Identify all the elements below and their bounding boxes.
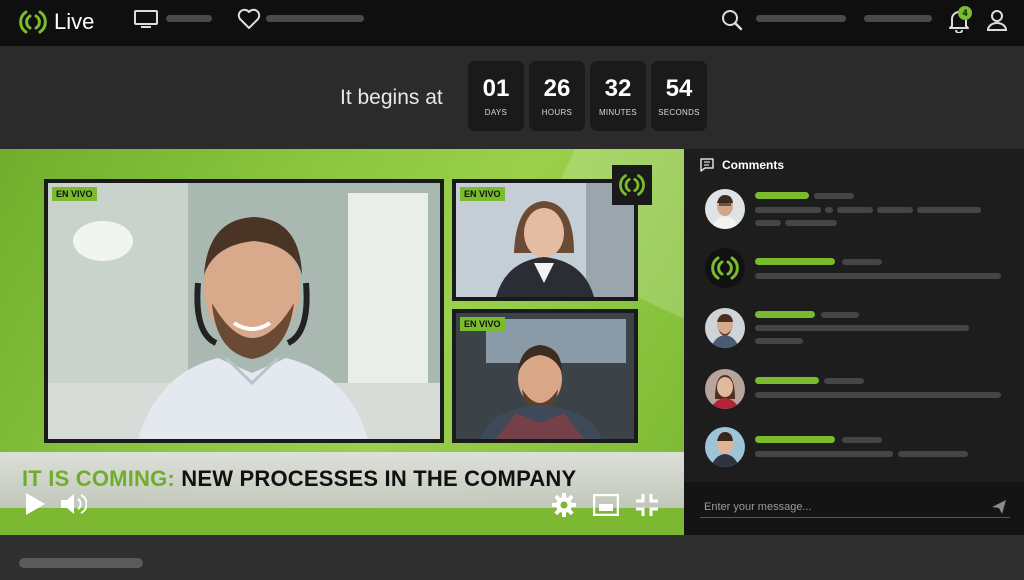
miniplayer-icon [593,494,619,516]
nav-placeholder-1 [166,15,212,22]
countdown-label: DAYS [484,108,508,117]
countdown-intro: It begins at [340,86,443,109]
broadcast-logo [612,165,652,205]
comment-text-line [755,325,969,331]
countdown-label: MINUTES [598,108,638,117]
comment-meta [814,193,854,199]
comment-author [755,192,809,199]
search-icon [722,10,743,31]
live-tag: EN VIVO [460,317,505,331]
comment-text-line [755,451,893,457]
volume-button[interactable] [58,490,88,518]
comment-author [755,377,819,384]
countdown-label: SECONDS [658,108,700,117]
live-tag: EN VIVO [52,187,97,201]
tv-nav-item[interactable] [133,8,159,30]
comment-text-line [917,207,981,213]
exit-fullscreen-icon [636,494,658,516]
live-logo-icon [619,174,645,196]
caption-highlight: IT IS COMING: [22,466,175,491]
app-logo[interactable]: Live [18,7,94,37]
avatar[interactable] [705,369,745,409]
countdown-value: 26 [543,75,571,102]
user-icon [986,10,1008,31]
bottom-bar [0,535,1024,580]
send-button[interactable] [990,498,1008,516]
comment-author [755,311,815,318]
comment-author [755,436,835,443]
send-icon [992,500,1006,514]
countdown-hours: 26 HOURS [529,61,585,131]
volume-icon [61,494,87,514]
player-controls-bar [0,508,684,535]
caption-text: IT IS COMING: NEW PROCESSES IN THE COMPA… [22,466,576,492]
top-nav-bar: Live 4 [0,0,1024,46]
comment-text-line [825,207,833,213]
comment-text-line [785,220,837,226]
comment-text-line [755,207,821,213]
comment-text-line [877,207,913,213]
comment-meta [842,437,882,443]
countdown-seconds: 54 SECONDS [651,61,707,131]
comment-text-line [755,273,1001,279]
guest-feed-2: EN VIVO [452,309,638,443]
settings-icon [552,493,576,517]
favorites-nav-item[interactable] [236,7,262,31]
tv-icon [134,10,158,28]
comment-text-line [837,207,873,213]
play-icon [26,493,45,515]
comment-author [755,258,835,265]
comment-meta [821,312,859,318]
miniplayer-button[interactable] [592,492,620,518]
notification-badge: 4 [958,6,972,20]
comment-meta [824,378,864,384]
guest-video-image [456,313,634,439]
countdown-label: HOURS [541,108,573,117]
nav-placeholder-2 [266,15,364,22]
countdown-minutes: 32 MINUTES [590,61,646,131]
comment-text-line [755,392,1001,398]
countdown-value: 32 [604,75,632,102]
message-input[interactable] [700,496,1010,518]
comment-text-line [755,220,781,226]
heart-icon [237,8,261,29]
nav-placeholder-4 [864,15,932,22]
app-name: Live [54,9,95,34]
main-speaker-feed: EN VIVO [44,179,444,443]
countdown-value: 54 [665,75,693,102]
comments-title: Comments [722,158,785,172]
countdown-value: 01 [482,75,510,102]
comment-text-line [898,451,968,457]
avatar[interactable] [705,427,745,467]
avatar[interactable] [705,308,745,348]
comment-icon [699,157,715,173]
play-button[interactable] [22,490,48,518]
caption-title: NEW PROCESSES IN THE COMPANY [181,466,577,491]
speaker-video-image [48,183,440,439]
bottom-placeholder [19,558,143,568]
settings-button[interactable] [550,491,578,519]
guest-feed-1: EN VIVO [452,179,638,301]
comment-meta [842,259,882,265]
profile-button[interactable] [985,8,1009,32]
live-logo-icon [19,10,47,34]
search-button[interactable] [720,8,744,32]
exit-fullscreen-button[interactable] [634,492,660,518]
comment-text-line [755,338,803,344]
nav-placeholder-3 [756,15,846,22]
countdown-days: 01 DAYS [468,61,524,131]
live-tag: EN VIVO [460,187,505,201]
avatar[interactable] [705,189,745,229]
avatar[interactable] [705,248,745,288]
